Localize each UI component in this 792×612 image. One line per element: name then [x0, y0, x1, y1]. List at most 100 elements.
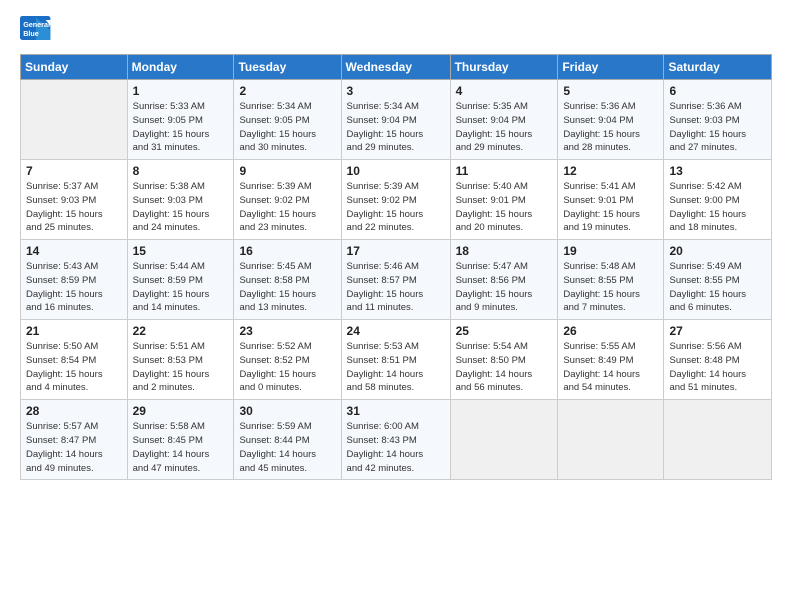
day-number: 13 [669, 164, 766, 178]
day-info: Sunrise: 5:43 AM Sunset: 8:59 PM Dayligh… [26, 260, 122, 315]
day-number: 1 [133, 84, 229, 98]
day-info: Sunrise: 5:39 AM Sunset: 9:02 PM Dayligh… [239, 180, 335, 235]
weekday-header-tuesday: Tuesday [234, 55, 341, 80]
weekday-header-row: SundayMondayTuesdayWednesdayThursdayFrid… [21, 55, 772, 80]
day-number: 22 [133, 324, 229, 338]
day-number: 3 [347, 84, 445, 98]
day-cell: 7Sunrise: 5:37 AM Sunset: 9:03 PM Daylig… [21, 160, 128, 240]
week-row-3: 14 Sunrise: 5:43 AM Sunset: 8:59 PM Dayli… [21, 240, 772, 320]
day-number: 4 [456, 84, 553, 98]
day-info: Sunrise: 5:45 AM Sunset: 8:58 PM Dayligh… [239, 260, 335, 315]
day-cell: 17 Sunrise: 5:46 AM Sunset: 8:57 PM Dayli… [341, 240, 450, 320]
day-info: Sunrise: 5:52 AM Sunset: 8:52 PM Dayligh… [239, 340, 335, 395]
svg-text:General: General [23, 20, 50, 29]
day-info: Sunrise: 5:37 AM Sunset: 9:03 PM Dayligh… [26, 180, 122, 235]
day-cell: 2 Sunrise: 5:34 AM Sunset: 9:05 PM Daylig… [234, 80, 341, 160]
day-info: Sunrise: 5:44 AM Sunset: 8:59 PM Dayligh… [133, 260, 229, 315]
day-number: 15 [133, 244, 229, 258]
day-cell: 14 Sunrise: 5:43 AM Sunset: 8:59 PM Dayli… [21, 240, 128, 320]
day-info: Sunrise: 5:34 AM Sunset: 9:05 PM Dayligh… [239, 100, 335, 155]
day-number: 24 [347, 324, 445, 338]
day-info: Sunrise: 5:56 AM Sunset: 8:48 PM Dayligh… [669, 340, 766, 395]
day-cell [450, 400, 558, 480]
day-cell: 9Sunrise: 5:39 AM Sunset: 9:02 PM Daylig… [234, 160, 341, 240]
day-number: 20 [669, 244, 766, 258]
day-number: 27 [669, 324, 766, 338]
day-number: 29 [133, 404, 229, 418]
day-cell: 16 Sunrise: 5:45 AM Sunset: 8:58 PM Dayli… [234, 240, 341, 320]
day-number: 12 [563, 164, 658, 178]
day-cell: 10Sunrise: 5:39 AM Sunset: 9:02 PM Dayli… [341, 160, 450, 240]
day-number: 26 [563, 324, 658, 338]
day-info: Sunrise: 5:33 AM Sunset: 9:05 PM Dayligh… [133, 100, 229, 155]
weekday-header-thursday: Thursday [450, 55, 558, 80]
day-info: Sunrise: 5:47 AM Sunset: 8:56 PM Dayligh… [456, 260, 553, 315]
day-cell: 1 Sunrise: 5:33 AM Sunset: 9:05 PM Daylig… [127, 80, 234, 160]
day-number: 23 [239, 324, 335, 338]
day-cell: 6Sunrise: 5:36 AM Sunset: 9:03 PM Daylig… [664, 80, 772, 160]
day-cell: 31 Sunrise: 6:00 AM Sunset: 8:43 PM Dayli… [341, 400, 450, 480]
day-info: Sunrise: 5:53 AM Sunset: 8:51 PM Dayligh… [347, 340, 445, 395]
day-info: Sunrise: 5:54 AM Sunset: 8:50 PM Dayligh… [456, 340, 553, 395]
day-info: Sunrise: 5:38 AM Sunset: 9:03 PM Dayligh… [133, 180, 229, 235]
day-number: 8 [133, 164, 229, 178]
day-cell [664, 400, 772, 480]
weekday-header-monday: Monday [127, 55, 234, 80]
day-number: 21 [26, 324, 122, 338]
day-cell: 27 Sunrise: 5:56 AM Sunset: 8:48 PM Dayli… [664, 320, 772, 400]
day-cell [21, 80, 128, 160]
day-cell: 3 Sunrise: 5:34 AM Sunset: 9:04 PM Daylig… [341, 80, 450, 160]
day-info: Sunrise: 5:40 AM Sunset: 9:01 PM Dayligh… [456, 180, 553, 235]
day-number: 5 [563, 84, 658, 98]
week-row-2: 7Sunrise: 5:37 AM Sunset: 9:03 PM Daylig… [21, 160, 772, 240]
day-number: 14 [26, 244, 122, 258]
day-cell: 12Sunrise: 5:41 AM Sunset: 9:01 PM Dayli… [558, 160, 664, 240]
day-info: Sunrise: 5:34 AM Sunset: 9:04 PM Dayligh… [347, 100, 445, 155]
day-number: 17 [347, 244, 445, 258]
day-info: Sunrise: 5:42 AM Sunset: 9:00 PM Dayligh… [669, 180, 766, 235]
day-cell: 26 Sunrise: 5:55 AM Sunset: 8:49 PM Dayli… [558, 320, 664, 400]
day-info: Sunrise: 5:50 AM Sunset: 8:54 PM Dayligh… [26, 340, 122, 395]
day-info: Sunrise: 5:35 AM Sunset: 9:04 PM Dayligh… [456, 100, 553, 155]
day-cell: 24 Sunrise: 5:53 AM Sunset: 8:51 PM Dayli… [341, 320, 450, 400]
day-info: Sunrise: 6:00 AM Sunset: 8:43 PM Dayligh… [347, 420, 445, 475]
calendar-table: SundayMondayTuesdayWednesdayThursdayFrid… [20, 54, 772, 480]
day-cell: 5 Sunrise: 5:36 AM Sunset: 9:04 PM Daylig… [558, 80, 664, 160]
day-cell [558, 400, 664, 480]
day-cell: 25 Sunrise: 5:54 AM Sunset: 8:50 PM Dayli… [450, 320, 558, 400]
svg-text:Blue: Blue [23, 29, 39, 38]
day-number: 25 [456, 324, 553, 338]
weekday-header-wednesday: Wednesday [341, 55, 450, 80]
day-cell: 11 Sunrise: 5:40 AM Sunset: 9:01 PM Dayli… [450, 160, 558, 240]
day-info: Sunrise: 5:49 AM Sunset: 8:55 PM Dayligh… [669, 260, 766, 315]
week-row-5: 28Sunrise: 5:57 AM Sunset: 8:47 PM Dayli… [21, 400, 772, 480]
day-number: 30 [239, 404, 335, 418]
day-info: Sunrise: 5:55 AM Sunset: 8:49 PM Dayligh… [563, 340, 658, 395]
day-number: 16 [239, 244, 335, 258]
logo-icon: General Blue [20, 16, 52, 44]
day-info: Sunrise: 5:48 AM Sunset: 8:55 PM Dayligh… [563, 260, 658, 315]
week-row-1: 1 Sunrise: 5:33 AM Sunset: 9:05 PM Daylig… [21, 80, 772, 160]
day-info: Sunrise: 5:36 AM Sunset: 9:04 PM Dayligh… [563, 100, 658, 155]
day-number: 6 [669, 84, 766, 98]
weekday-header-sunday: Sunday [21, 55, 128, 80]
day-cell: 28Sunrise: 5:57 AM Sunset: 8:47 PM Dayli… [21, 400, 128, 480]
day-cell: 29 Sunrise: 5:58 AM Sunset: 8:45 PM Dayli… [127, 400, 234, 480]
day-info: Sunrise: 5:46 AM Sunset: 8:57 PM Dayligh… [347, 260, 445, 315]
day-number: 19 [563, 244, 658, 258]
day-info: Sunrise: 5:58 AM Sunset: 8:45 PM Dayligh… [133, 420, 229, 475]
calendar-page: General Blue SundayMondayTuesdayWednesda… [0, 0, 792, 612]
day-cell: 30Sunrise: 5:59 AM Sunset: 8:44 PM Dayli… [234, 400, 341, 480]
week-row-4: 21 Sunrise: 5:50 AM Sunset: 8:54 PM Dayli… [21, 320, 772, 400]
day-cell: 8 Sunrise: 5:38 AM Sunset: 9:03 PM Daylig… [127, 160, 234, 240]
day-number: 2 [239, 84, 335, 98]
day-number: 18 [456, 244, 553, 258]
day-cell: 22 Sunrise: 5:51 AM Sunset: 8:53 PM Dayli… [127, 320, 234, 400]
day-info: Sunrise: 5:51 AM Sunset: 8:53 PM Dayligh… [133, 340, 229, 395]
day-number: 28 [26, 404, 122, 418]
weekday-header-friday: Friday [558, 55, 664, 80]
day-number: 11 [456, 164, 553, 178]
day-info: Sunrise: 5:39 AM Sunset: 9:02 PM Dayligh… [347, 180, 445, 235]
day-cell: 20 Sunrise: 5:49 AM Sunset: 8:55 PM Dayli… [664, 240, 772, 320]
day-number: 31 [347, 404, 445, 418]
